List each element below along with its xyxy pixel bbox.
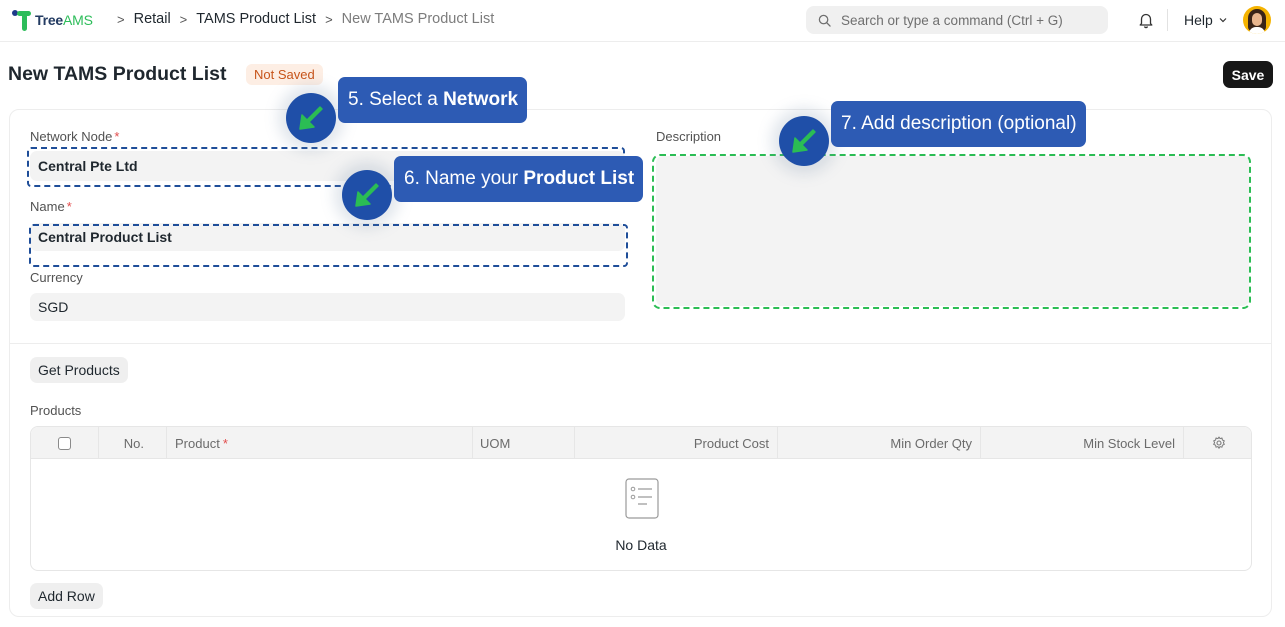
table-empty-state: No Data bbox=[31, 460, 1251, 570]
currency-label: Currency bbox=[30, 270, 83, 285]
column-header-min-order-qty: Min Order Qty bbox=[778, 427, 981, 459]
save-button[interactable]: Save bbox=[1223, 61, 1273, 88]
user-avatar[interactable] bbox=[1243, 6, 1271, 34]
help-menu[interactable]: Help bbox=[1184, 12, 1228, 28]
chevron-down-icon bbox=[1219, 18, 1227, 23]
breadcrumb: > Retail > TAMS Product List > New TAMS … bbox=[108, 11, 494, 27]
navbar-divider bbox=[1167, 9, 1168, 31]
breadcrumb-current: New TAMS Product List bbox=[341, 11, 495, 27]
empty-state-text: No Data bbox=[615, 537, 667, 553]
arrow-pointer-icon bbox=[299, 106, 323, 130]
treeams-logo[interactable]: TreeAMS bbox=[11, 7, 93, 33]
description-textarea[interactable] bbox=[656, 156, 1249, 306]
products-section-label: Products bbox=[30, 403, 82, 418]
notification-bell-icon[interactable] bbox=[1137, 11, 1155, 29]
column-header-no: No. bbox=[99, 427, 167, 459]
select-all-checkbox[interactable] bbox=[58, 436, 71, 450]
name-label: Name * bbox=[30, 199, 72, 214]
section-divider bbox=[9, 343, 1272, 344]
currency-field[interactable]: SGD bbox=[30, 293, 625, 321]
breadcrumb-product-list[interactable]: TAMS Product List bbox=[196, 11, 316, 27]
column-header-min-stock-level: Min Stock Level bbox=[981, 427, 1184, 459]
name-field[interactable]: Central Product List bbox=[30, 223, 625, 251]
page-title: New TAMS Product List bbox=[8, 63, 227, 85]
description-label: Description bbox=[656, 129, 722, 144]
gear-icon[interactable] bbox=[1212, 436, 1226, 450]
chevron-right-icon: > bbox=[117, 11, 125, 27]
column-settings-cell bbox=[1184, 427, 1251, 459]
select-all-cell bbox=[31, 427, 99, 459]
chevron-right-icon: > bbox=[325, 11, 333, 27]
products-table: No. Product * UOM Product Cost Min Order … bbox=[30, 426, 1252, 571]
tutorial-pointer-step7 bbox=[779, 116, 829, 166]
add-row-button[interactable]: Add Row bbox=[30, 583, 103, 609]
tutorial-pointer-step5 bbox=[286, 93, 336, 143]
tree-logo-icon bbox=[11, 8, 35, 32]
tutorial-callout-step7: 7. Add description (optional) bbox=[831, 101, 1086, 147]
column-header-uom: UOM bbox=[473, 427, 575, 459]
arrow-pointer-icon bbox=[792, 129, 816, 153]
get-products-button[interactable]: Get Products bbox=[30, 357, 128, 383]
tutorial-callout-step6: 6. Name your Product List bbox=[394, 156, 644, 202]
network-node-label: Network Node * bbox=[30, 129, 120, 144]
tutorial-pointer-step6 bbox=[342, 170, 392, 220]
empty-list-icon bbox=[625, 478, 659, 519]
search-icon bbox=[818, 14, 831, 27]
column-header-product-cost: Product Cost bbox=[575, 427, 778, 459]
column-header-product: Product * bbox=[167, 427, 473, 459]
arrow-pointer-icon bbox=[355, 183, 379, 207]
chevron-right-icon: > bbox=[179, 11, 188, 27]
search-bar[interactable] bbox=[806, 6, 1108, 34]
search-input[interactable] bbox=[841, 12, 1101, 28]
status-badge: Not Saved bbox=[246, 64, 323, 85]
top-navbar: TreeAMS > Retail > TAMS Product List > N… bbox=[0, 0, 1285, 42]
help-label: Help bbox=[1184, 12, 1213, 28]
breadcrumb-retail[interactable]: Retail bbox=[134, 11, 171, 27]
logo-text: TreeAMS bbox=[35, 12, 93, 28]
tutorial-callout-step5: 5. Select a Network bbox=[338, 77, 528, 123]
table-header: No. Product * UOM Product Cost Min Order … bbox=[31, 427, 1251, 459]
